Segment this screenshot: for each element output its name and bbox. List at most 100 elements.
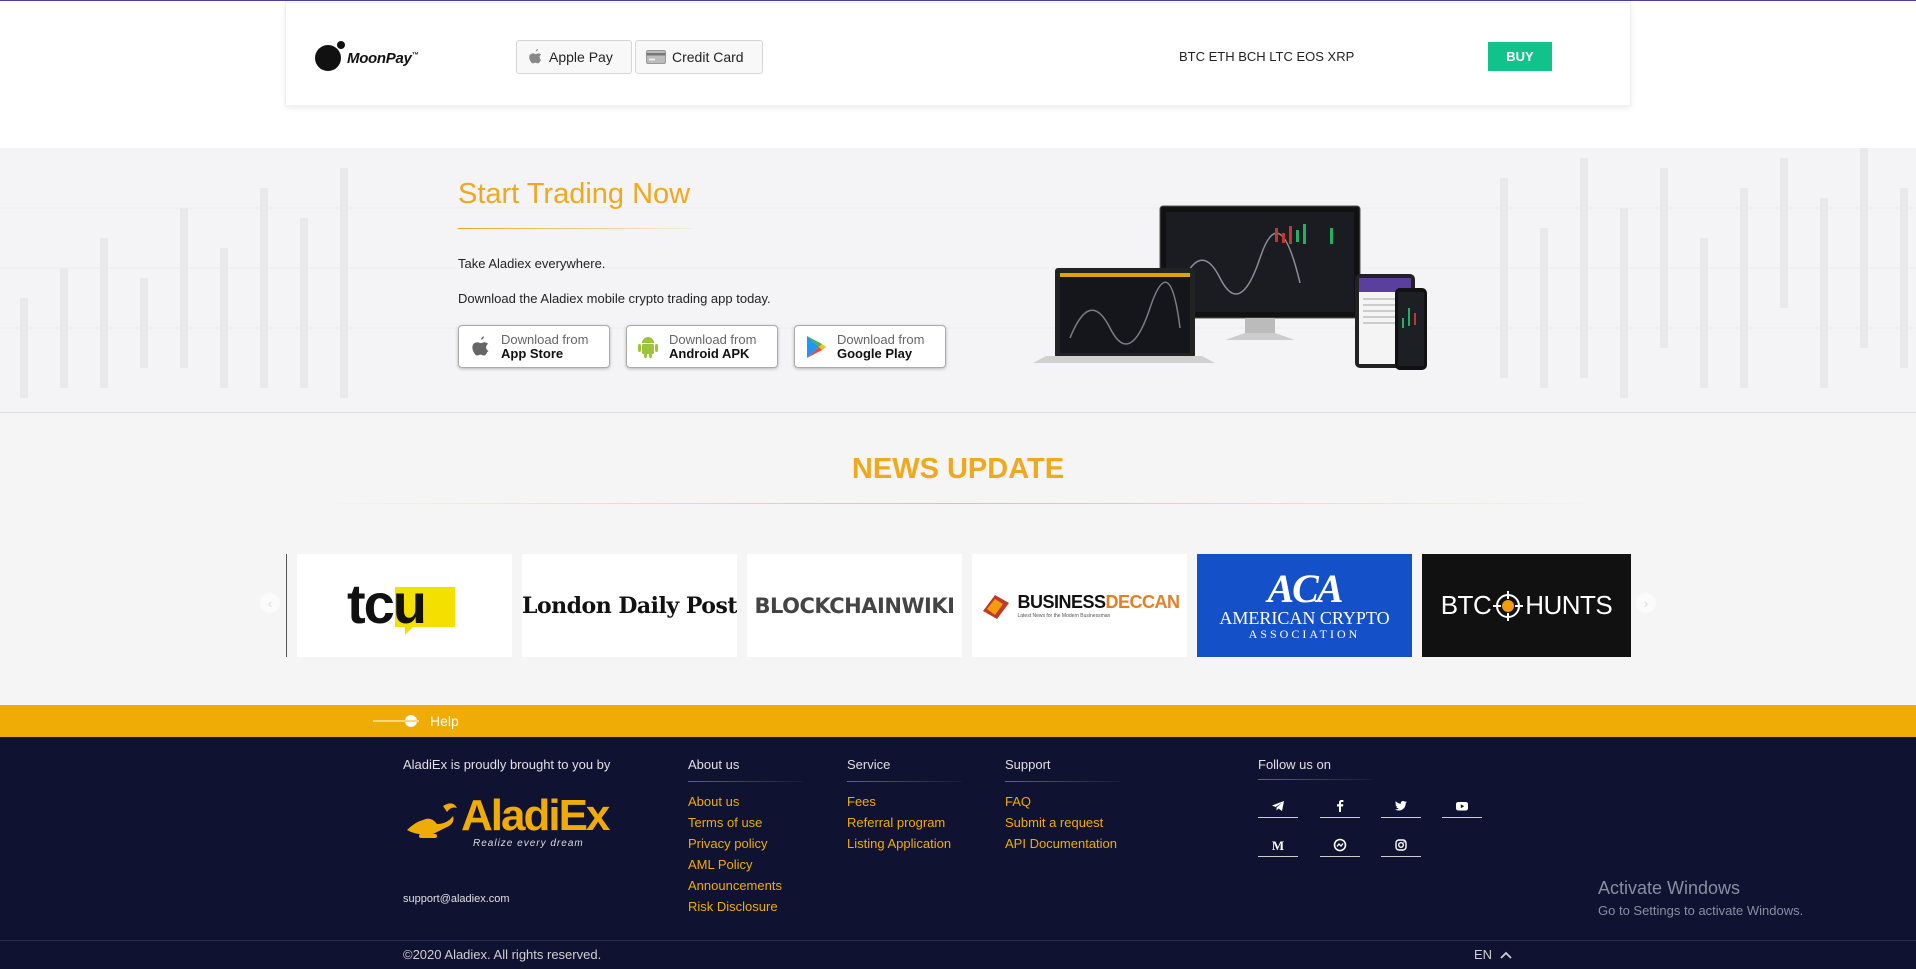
- telegram-icon: [1272, 800, 1284, 811]
- about-us-link[interactable]: About us: [688, 791, 782, 812]
- api-documentation-link[interactable]: API Documentation: [1005, 833, 1117, 854]
- youtube-icon: [1456, 801, 1468, 810]
- submit-request-link[interactable]: Submit a request: [1005, 812, 1117, 833]
- footer-column-about: About us About us Terms of use Privacy p…: [688, 757, 803, 917]
- title-underline: [458, 228, 693, 229]
- privacy-policy-link[interactable]: Privacy policy: [688, 833, 782, 854]
- trading-tagline: Take Aladiex everywhere.: [458, 256, 606, 271]
- google-play-icon: [807, 335, 826, 358]
- supported-coins: BTC ETH BCH LTC EOS XRP: [1179, 49, 1355, 64]
- support-email[interactable]: support@aladiex.com: [403, 893, 510, 905]
- business-deccan-tagline: Latest News for the Modern Businessman: [1017, 613, 1111, 619]
- aca-text: ACA: [1267, 566, 1343, 611]
- devices-illustration: [1033, 205, 1427, 370]
- telegram-link[interactable]: [1258, 794, 1298, 818]
- aladiex-tagline: Realize every dream: [473, 838, 584, 849]
- moonpay-logo[interactable]: MoonPay™: [315, 41, 419, 71]
- risk-disclosure-link[interactable]: Risk Disclosure: [688, 896, 782, 917]
- android-apk-button[interactable]: Download from Android APK: [626, 325, 778, 368]
- facebook-icon: [1337, 799, 1344, 812]
- medium-icon: M: [1272, 838, 1284, 852]
- tcu-logo[interactable]: tcu: [297, 554, 512, 657]
- london-daily-post-logo[interactable]: London Daily Post: [522, 554, 737, 657]
- facebook-link[interactable]: [1320, 794, 1360, 818]
- start-trading-section: Start Trading Now Take Aladiex everywher…: [0, 148, 1916, 413]
- footer-column-support: Support FAQ Submit a request API Documen…: [1005, 757, 1121, 854]
- aca-name: AMERICAN CRYPTO: [1219, 608, 1390, 628]
- app-store-big: App Store: [501, 345, 564, 361]
- top-border: [0, 0, 1916, 1]
- chevron-up-icon: [1500, 951, 1512, 959]
- google-play-button[interactable]: Download from Google Play: [794, 325, 946, 368]
- android-apk-small: Download from: [669, 331, 757, 347]
- aladiex-logo[interactable]: AladiEx Realize every dream: [403, 792, 610, 852]
- blockchainwiki-logo[interactable]: BLOCKCHAINWIKI: [747, 554, 962, 657]
- credit-card-button[interactable]: Credit Card: [635, 40, 763, 74]
- google-play-big: Google Play: [837, 345, 913, 361]
- crosshair-icon: [1493, 590, 1524, 621]
- magic-lamp-icon: [407, 803, 457, 838]
- twitter-icon: [1395, 800, 1407, 810]
- listing-application-link[interactable]: Listing Application: [847, 833, 951, 854]
- moonpay-brand: MoonPay: [347, 49, 412, 67]
- start-trading-title: Start Trading Now: [458, 178, 691, 210]
- footer-bottom-divider: [0, 940, 1916, 941]
- help-toggle-icon[interactable]: [373, 715, 419, 727]
- medium-link[interactable]: M: [1258, 833, 1298, 857]
- apple-icon: [529, 49, 542, 64]
- terms-of-use-link[interactable]: Terms of use: [688, 812, 782, 833]
- language-label: EN: [1474, 947, 1493, 962]
- carousel-next-arrow[interactable]: ›: [1636, 593, 1656, 613]
- language-selector[interactable]: EN: [1474, 947, 1512, 962]
- moonpay-trademark: ™: [411, 51, 419, 59]
- buy-button[interactable]: BUY: [1488, 42, 1552, 71]
- chart-background-graphic: [0, 148, 1916, 398]
- carousel-edge: [286, 554, 287, 657]
- android-apk-big: Android APK: [669, 345, 750, 361]
- about-heading: About us: [688, 757, 803, 782]
- instagram-icon: [1395, 838, 1407, 851]
- business-text: BUSINESS: [1017, 592, 1106, 612]
- credit-card-icon: [646, 50, 666, 64]
- copyright-text: ©2020 Aladiex. All rights reserved.: [403, 947, 602, 962]
- support-heading: Support: [1005, 757, 1121, 782]
- referral-program-link[interactable]: Referral program: [847, 812, 951, 833]
- announcements-link[interactable]: Announcements: [688, 875, 782, 896]
- trading-description: Download the Aladiex mobile crypto tradi…: [458, 291, 771, 306]
- help-label[interactable]: Help: [430, 713, 459, 729]
- credit-card-label: Credit Card: [672, 49, 744, 65]
- btc-hunts-logo[interactable]: BTC HUNTS: [1422, 554, 1631, 657]
- aladiex-wordmark: AladiEx: [461, 791, 610, 840]
- activate-windows-subtitle: Go to Settings to activate Windows.: [1598, 903, 1804, 918]
- tcu-text: tcu: [347, 571, 427, 635]
- hunts-text: HUNTS: [1525, 590, 1613, 620]
- svg-text:M: M: [1272, 838, 1284, 852]
- apple-icon: [472, 335, 489, 356]
- youtube-link[interactable]: [1442, 794, 1482, 818]
- business-deccan-logo[interactable]: BUSINESSDECCAN Latest News for the Moder…: [972, 554, 1187, 657]
- coinmarketcap-link[interactable]: [1320, 833, 1360, 857]
- android-icon: [638, 336, 658, 358]
- instagram-link[interactable]: [1381, 833, 1421, 857]
- carousel-prev-arrow[interactable]: ‹: [260, 593, 280, 613]
- footer-column-service: Service Fees Referral program Listing Ap…: [847, 757, 963, 854]
- deccan-text: DECCAN: [1105, 592, 1181, 612]
- aml-policy-link[interactable]: AML Policy: [688, 854, 782, 875]
- help-bar: Help: [0, 705, 1916, 737]
- brought-by-text: AladiEx is proudly brought to you by: [403, 757, 611, 772]
- apple-pay-label: Apple Pay: [549, 49, 613, 65]
- fees-link[interactable]: Fees: [847, 791, 951, 812]
- app-store-button[interactable]: Download from App Store: [458, 325, 610, 368]
- app-store-small: Download from: [501, 331, 589, 347]
- apple-pay-button[interactable]: Apple Pay: [516, 40, 632, 74]
- follow-us-heading: Follow us on: [1258, 757, 1331, 772]
- twitter-link[interactable]: [1381, 794, 1421, 818]
- american-crypto-association-logo[interactable]: ACA AMERICAN CRYPTO ASSOCIATION: [1197, 554, 1412, 657]
- follow-divider: [1258, 779, 1373, 780]
- aca-association: ASSOCIATION: [1248, 627, 1361, 641]
- blockchainwiki-text: BLOCKCHAINWIKI: [754, 593, 955, 618]
- footer: AladiEx is proudly brought to you by Ala…: [0, 737, 1916, 969]
- news-update-section: NEWS UPDATE ‹ › tcu London Daily Post BL…: [0, 413, 1916, 705]
- london-daily-post-text: London Daily Post: [522, 592, 737, 619]
- faq-link[interactable]: FAQ: [1005, 791, 1117, 812]
